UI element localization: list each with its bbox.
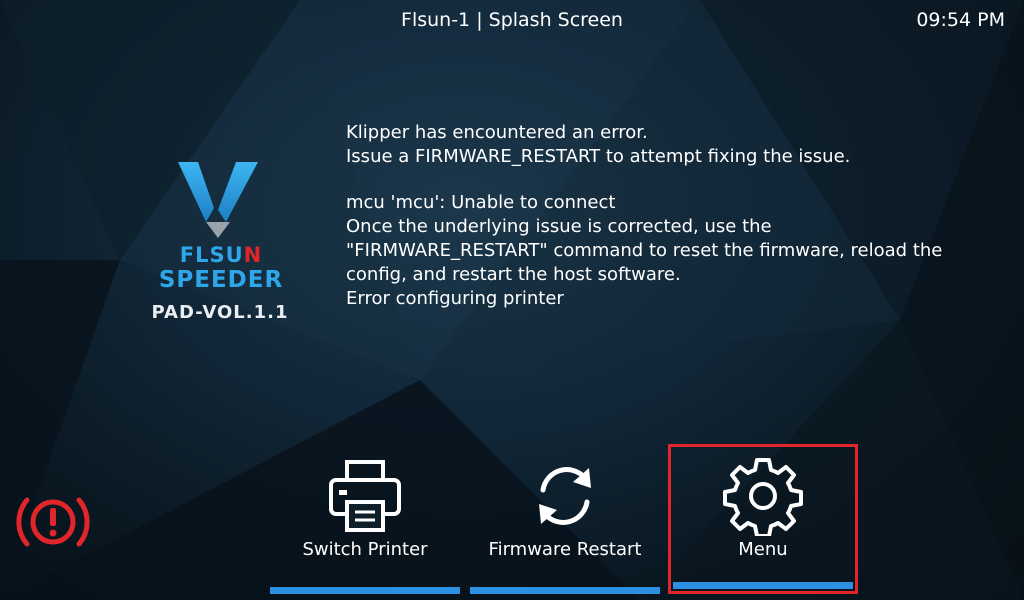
error-message: Klipper has encountered an error. Issue … (346, 121, 1016, 311)
logo-brand-accent: N (243, 243, 263, 267)
refresh-icon (539, 467, 591, 525)
message-line: Once the underlying issue is corrected, … (346, 216, 772, 237)
button-underline (673, 582, 853, 589)
error-alert-icon[interactable] (14, 488, 92, 556)
firmware-restart-label: Firmware Restart (488, 539, 642, 560)
menu-label: Menu (738, 539, 788, 560)
logo-version-text: PAD-VOL.1.1 (151, 302, 289, 323)
flsun-logo: FLSUN SPEEDER PAD-VOL.1.1 (140, 160, 300, 330)
message-line: Klipper has encountered an error. (346, 122, 648, 143)
firmware-restart-button[interactable]: Firmware Restart (470, 444, 660, 594)
message-line: "FIRMWARE_RESTART" command to reset the … (346, 240, 943, 261)
menu-button[interactable]: Menu (668, 444, 858, 594)
message-line: config, and restart the host software. (346, 264, 681, 285)
splash-screen: Flsun-1 | Splash Screen 09:54 PM FLSUN S… (0, 0, 1024, 600)
printer-icon (329, 460, 401, 532)
message-line: mcu 'mcu': Unable to connect (346, 192, 616, 213)
logo-model-text: SPEEDER (158, 267, 284, 293)
page-title: Flsun-1 | Splash Screen (401, 9, 623, 31)
clock: 09:54 PM (916, 9, 1005, 31)
switch-printer-label: Switch Printer (302, 539, 428, 560)
gear-icon (723, 458, 803, 536)
logo-brand-main: FLSU (179, 243, 244, 267)
logo-v-mark (178, 162, 258, 238)
button-underline (270, 587, 460, 594)
message-line: Error configuring printer (346, 288, 564, 309)
button-underline (470, 587, 660, 594)
message-line: Issue a FIRMWARE_RESTART to attempt fixi… (346, 146, 851, 167)
switch-printer-button[interactable]: Switch Printer (270, 444, 460, 594)
logo-brand-text: FLSUN (146, 244, 296, 266)
